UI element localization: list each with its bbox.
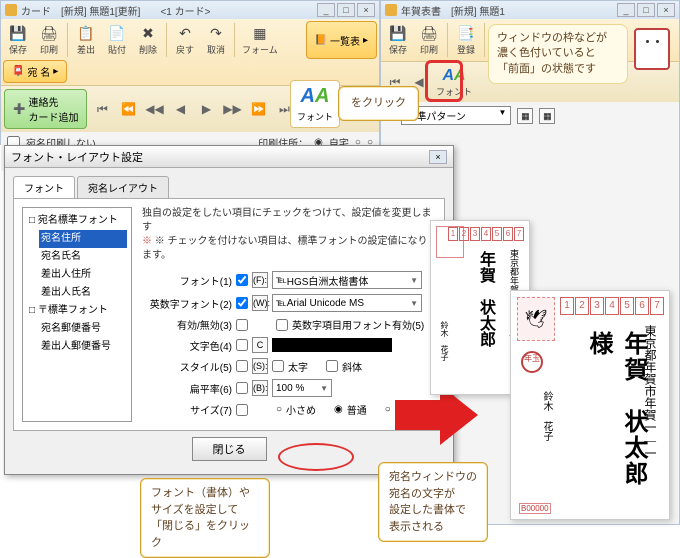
print-button[interactable]: 🖨印刷 [34, 21, 64, 59]
atena-button[interactable]: 📮 宛 名 ▸ [3, 60, 67, 83]
titlebar-2: 年賀表書 [新規] 無題1 _ □ × [381, 1, 679, 19]
font-icon-large: AA フォント [290, 80, 340, 128]
list-button[interactable]: 📙 一覧表 ▸ [306, 21, 377, 59]
min-btn-2[interactable]: _ [617, 3, 635, 17]
nav-p2[interactable]: ◀ [169, 98, 191, 120]
nav-rewind[interactable]: ⏪ [117, 98, 139, 120]
efont-combo[interactable]: ℡ Arial Unicode MS▼ [272, 294, 422, 312]
stamp-area-2: 🕊 [517, 297, 555, 341]
ratio-cb[interactable] [236, 382, 248, 394]
tree-sel: 宛名住所 [39, 230, 127, 248]
hint-speech: ウィンドウの枠などが濃く色付いていると「前面」の状態です [488, 24, 628, 84]
ratio-combo[interactable]: 100 %▼ [272, 379, 332, 397]
save-button-2[interactable]: 💾保存 [383, 21, 413, 59]
layout-btn-1[interactable]: ▦ [517, 108, 533, 124]
layout-row: ✎ 標準パターン▼ ▦ ▦ [381, 102, 679, 129]
name-2: 年賀 状太郎 様 [581, 331, 651, 519]
font-button[interactable]: AA フォント [432, 65, 476, 99]
enable-cb[interactable] [236, 319, 248, 331]
sender-zip: B00000 [519, 504, 551, 513]
efont-cb[interactable] [236, 297, 248, 309]
callout-result: 宛名ウィンドウの宛名の文字が設定した書体で表示される [378, 462, 488, 542]
style-cb[interactable] [236, 360, 248, 372]
font-layout-dialog: フォント・レイアウト設定 × フォント 宛名レイアウト □ 宛名標準フォント 宛… [4, 145, 454, 475]
tab-font[interactable]: フォント [13, 176, 75, 198]
callout-close: フォント（書体）やサイズを設定して「閉じる」をクリック [140, 478, 270, 558]
note-text: 独自の設定をしたい項目にチェックをつけて、設定値を変更します ※ ※ チェックを… [142, 207, 436, 263]
cut-button[interactable]: 📋差出 [71, 21, 101, 59]
close-btn-2[interactable]: × [657, 3, 675, 17]
color-preview[interactable] [272, 338, 392, 352]
title-text: カード [新規] 無題1[更新] <1 カード> [21, 3, 210, 18]
mascot-icon [634, 28, 674, 78]
close-btn[interactable]: × [357, 3, 375, 17]
max-btn-2[interactable]: □ [637, 3, 655, 17]
font-combo[interactable]: ℡ HGS白洲太楷書体▼ [272, 271, 422, 289]
category-tree[interactable]: □ 宛名標準フォント 宛名住所 宛名氏名 差出人住所 差出人氏名 □ 〒標準フォ… [22, 207, 132, 422]
dialog-close-x[interactable]: × [429, 150, 447, 164]
size-cb[interactable] [236, 404, 248, 416]
max-btn[interactable]: □ [337, 3, 355, 17]
nav-n1[interactable]: ▶ [195, 98, 217, 120]
min-btn[interactable]: _ [317, 3, 335, 17]
name-1: 年賀 状太郎 [473, 251, 497, 347]
print-button-2[interactable]: 🖨印刷 [414, 21, 444, 59]
title-text-2: 年賀表書 [新規] 無題1 [401, 3, 505, 18]
sender-1: 鈴木 花子 [439, 321, 450, 361]
nav-ff[interactable]: ⏩ [247, 98, 269, 120]
add-contact-button[interactable]: ➕ 連絡先 カード追加 [4, 89, 87, 129]
undo-button[interactable]: ↶戻す [170, 21, 200, 59]
sender-2: 鈴木 花子 [539, 391, 554, 441]
form-button[interactable]: ▦フォーム [238, 21, 282, 59]
save-button[interactable]: 💾保存 [3, 21, 33, 59]
app-icon [5, 4, 17, 16]
layout-btn-2[interactable]: ▦ [539, 108, 555, 124]
circle-seal: 年玉 [521, 351, 543, 373]
register-button[interactable]: 📑登録 [451, 21, 481, 59]
dialog-titlebar: フォント・レイアウト設定 × [5, 146, 453, 168]
nav-first[interactable]: ⏮ [91, 98, 113, 120]
titlebar-1: カード [新規] 無題1[更新] <1 カード> _ □ × [1, 1, 379, 19]
dialog-tabs: フォント 宛名レイアウト [13, 176, 445, 199]
postcard-after: 🕊 1234567 東京都年賀市年賀一—一 年賀 状太郎 様 年玉 鈴木 花子 … [510, 290, 670, 520]
zip-2: 1234567 [560, 297, 664, 315]
tab-layout[interactable]: 宛名レイアウト [77, 176, 169, 198]
paste-button[interactable]: 📄貼付 [102, 21, 132, 59]
zip-1: 1234567 [448, 227, 524, 241]
font-cb[interactable] [236, 274, 248, 286]
app-icon-2 [385, 4, 397, 16]
redo-button[interactable]: ↷取消 [201, 21, 231, 59]
ribbon-1: 💾保存 🖨印刷 📋差出 📄貼付 ✖削除 ↶戻す ↷取消 ▦フォーム 📙 一覧表 … [1, 19, 379, 86]
color-cb[interactable] [236, 339, 248, 351]
nav-n2[interactable]: ▶▶ [221, 98, 243, 120]
delete-button[interactable]: ✖削除 [133, 21, 163, 59]
dialog-close-button[interactable]: 閉じる [192, 437, 267, 461]
nav-prev[interactable]: ◀◀ [143, 98, 165, 120]
font-click-callout: をクリック [338, 86, 419, 121]
